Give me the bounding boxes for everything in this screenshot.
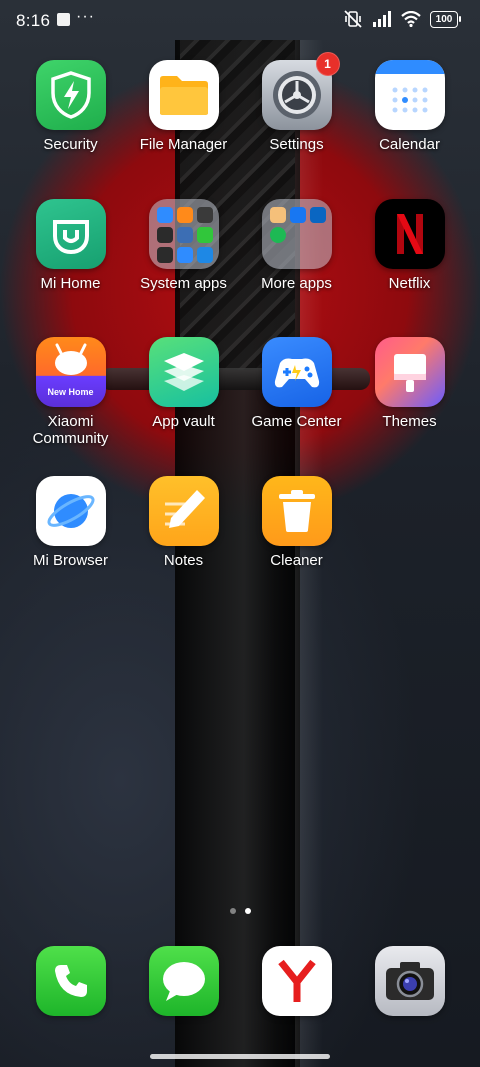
app-label: Security xyxy=(43,136,98,153)
app-label: Mi Home xyxy=(40,275,101,292)
community-icon: New Home xyxy=(35,337,106,407)
app-label: Themes xyxy=(382,413,437,430)
page-indicator[interactable] xyxy=(0,908,480,914)
layers-icon xyxy=(148,337,219,407)
folder-icon xyxy=(261,199,332,269)
status-bar: 8:16 ··· 100 xyxy=(0,0,480,40)
app-label: Mi Browser xyxy=(32,552,108,569)
app-label: Xiaomi Community xyxy=(32,413,109,447)
mi-home-icon xyxy=(35,199,106,269)
app-xiaomi-community[interactable]: New Home Xiaomi Community xyxy=(14,337,127,447)
folder-icon xyxy=(148,199,219,269)
calendar-icon xyxy=(374,60,445,130)
signal-icon xyxy=(373,11,391,27)
status-icons: 100 xyxy=(343,10,461,28)
app-netflix[interactable]: Netflix xyxy=(353,199,466,292)
app-app-vault[interactable]: App vault xyxy=(127,337,240,430)
app-label: Cleaner xyxy=(270,552,323,569)
app-notes[interactable]: Notes xyxy=(127,476,240,569)
app-calendar[interactable]: Calendar xyxy=(353,60,466,153)
dock-messages[interactable] xyxy=(127,946,240,1016)
camera-icon xyxy=(374,946,445,1016)
battery-icon: 100 xyxy=(430,10,461,28)
message-icon xyxy=(148,946,219,1016)
wifi-icon xyxy=(401,11,421,27)
folder-icon xyxy=(148,60,219,130)
app-label: Settings xyxy=(269,136,324,153)
yandex-icon xyxy=(261,946,332,1016)
app-label: Notes xyxy=(163,552,204,569)
shield-bolt-icon xyxy=(35,60,106,130)
vibrate-off-icon xyxy=(344,10,362,28)
phone-icon xyxy=(35,946,106,1016)
dock-yandex[interactable] xyxy=(240,946,353,1016)
app-label: Calendar xyxy=(379,136,440,153)
app-cleaner[interactable]: Cleaner xyxy=(240,476,353,569)
app-label: App vault xyxy=(152,413,215,430)
more-notifications-icon: ··· xyxy=(76,8,95,25)
app-security[interactable]: Security xyxy=(14,60,127,153)
app-mi-home[interactable]: Mi Home xyxy=(14,199,127,292)
home-gesture-bar[interactable] xyxy=(150,1054,330,1059)
pencil-icon xyxy=(148,476,219,546)
gamepad-icon xyxy=(261,337,332,407)
app-label: File Manager xyxy=(139,136,228,153)
paint-brush-icon xyxy=(374,337,445,407)
notification-square-icon xyxy=(57,13,70,26)
app-mi-browser[interactable]: Mi Browser xyxy=(14,476,127,569)
netflix-icon xyxy=(374,199,445,269)
new-home-sublabel: New Home xyxy=(47,387,94,397)
app-settings[interactable]: 1 Settings xyxy=(240,52,353,153)
folder-more-apps[interactable]: More apps xyxy=(240,199,353,292)
app-game-center[interactable]: Game Center xyxy=(240,337,353,430)
app-label: Game Center xyxy=(251,413,342,430)
status-time: 8:16 xyxy=(16,11,51,30)
app-themes[interactable]: Themes xyxy=(353,337,466,430)
dock-camera[interactable] xyxy=(353,946,466,1016)
app-label: System apps xyxy=(140,275,227,292)
app-file-manager[interactable]: File Manager xyxy=(127,60,240,153)
app-label: Netflix xyxy=(388,275,431,292)
page-dot[interactable] xyxy=(229,908,236,914)
page-dot-active[interactable] xyxy=(244,908,251,914)
browser-planet-icon xyxy=(35,476,106,546)
dock-phone[interactable] xyxy=(14,946,127,1016)
trash-icon xyxy=(261,476,332,546)
app-label: More apps xyxy=(261,275,332,292)
folder-system-apps[interactable]: System apps xyxy=(127,199,240,292)
notification-badge: 1 xyxy=(315,52,340,76)
